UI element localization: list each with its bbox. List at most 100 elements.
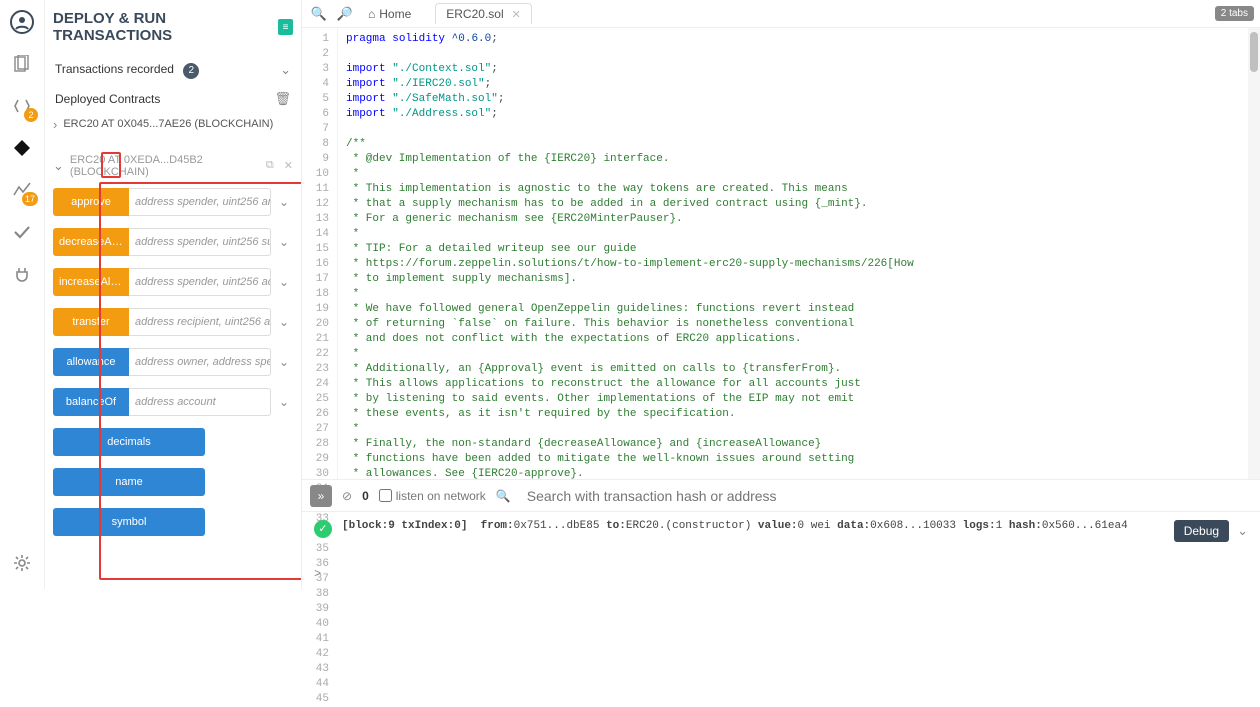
tx-logs-lbl: logs: <box>963 520 996 532</box>
tx-val-lbl: value: <box>758 520 798 532</box>
prompt-symbol: > <box>314 567 321 581</box>
deploy-run-icon[interactable] <box>8 134 36 162</box>
tx-count-badge: 2 <box>183 63 199 79</box>
function-row-balanceOf: balanceOfaddress account⌄ <box>53 388 293 416</box>
tab-label: ERC20.sol <box>446 7 503 21</box>
function-button-allowance[interactable]: allowance <box>53 348 129 376</box>
editor-toolbar: 🔍 🔎 ⌂ Home ERC20.sol ✕ 2 tabs <box>302 0 1260 28</box>
chevron-down-icon[interactable]: ⌄ <box>275 348 293 376</box>
terminal-toolbar: » ⊘ 0 listen on network 🔍 <box>302 480 1260 512</box>
function-button-decreaseAllow[interactable]: decreaseAllow... <box>53 228 129 256</box>
listen-checkbox-input[interactable] <box>379 489 392 502</box>
tx-data: 0x608...10033 <box>870 520 956 532</box>
function-input-decreaseAllow[interactable]: address spender, uint256 subtrac <box>129 228 271 256</box>
panel-title: DEPLOY & RUN TRANSACTIONS ≡ <box>53 10 293 44</box>
terminal: » ⊘ 0 listen on network 🔍 ✓ [block:9 txI… <box>302 479 1260 589</box>
tx-to-lbl: to: <box>606 520 626 532</box>
tx-data-lbl: data: <box>837 520 870 532</box>
pending-tx-count: 0 <box>362 489 369 503</box>
left-iconbar: 2 17 <box>0 0 45 589</box>
code-area[interactable]: pragma solidity ^0.6.0; import "./Contex… <box>338 28 1248 479</box>
main-area: 🔍 🔎 ⌂ Home ERC20.sol ✕ 2 tabs 1234567891… <box>302 0 1260 589</box>
function-button-balanceOf[interactable]: balanceOf <box>53 388 129 416</box>
success-check-icon: ✓ <box>314 520 332 538</box>
function-row-transfer: transferaddress recipient, uint256 amoun… <box>53 308 293 336</box>
function-row-name: name <box>53 468 293 496</box>
line-gutter: 1234567891011121314151617181920212223242… <box>302 28 338 479</box>
zoom-out-icon[interactable]: 🔍 <box>308 3 330 25</box>
function-row-increaseAllowa: increaseAllowa...address spender, uint25… <box>53 268 293 296</box>
debug-button[interactable]: Debug <box>1174 520 1229 542</box>
function-button-transfer[interactable]: transfer <box>53 308 129 336</box>
function-button-name[interactable]: name <box>53 468 205 496</box>
function-button-symbol[interactable]: symbol <box>53 508 205 536</box>
clear-terminal-icon[interactable]: ⊘ <box>342 489 352 503</box>
terminal-tx-line[interactable]: [block:9 txIndex:0] from:0x751...dbE85 t… <box>342 520 1164 532</box>
function-input-allowance[interactable]: address owner, address spender <box>129 348 271 376</box>
analysis-badge: 17 <box>22 192 38 206</box>
chevron-down-icon[interactable]: ⌄ <box>275 388 293 416</box>
listen-network-checkbox[interactable]: listen on network <box>379 489 486 503</box>
home-tab[interactable]: ⌂ Home <box>360 4 419 24</box>
listen-label: listen on network <box>396 489 486 503</box>
tab-count-badge[interactable]: 2 tabs <box>1215 6 1254 21</box>
tx-recorded-label: Transactions recorded <box>55 62 174 76</box>
home-label: Home <box>379 7 411 21</box>
tx-hash: 0x560...61ea4 <box>1042 520 1128 532</box>
function-button-decimals[interactable]: decimals <box>53 428 205 456</box>
contract-instance-2[interactable]: ⌄ ERC20 AT 0XEDA...D45B2 (BLOCKCHAIN) ⧉ … <box>53 150 293 182</box>
chevron-down-icon[interactable]: ⌄ <box>275 268 293 296</box>
function-input-transfer[interactable]: address recipient, uint256 amoun <box>129 308 271 336</box>
function-input-balanceOf[interactable]: address account <box>129 388 271 416</box>
collapse-terminal-icon[interactable]: » <box>310 485 332 507</box>
instance2-text: ERC20 AT 0XEDA...D45B2 (BLOCKCHAIN) <box>70 154 260 178</box>
tab-erc20[interactable]: ERC20.sol ✕ <box>435 3 532 24</box>
tx-from-lbl: from: <box>481 520 514 532</box>
deployed-label: Deployed Contracts <box>55 92 160 106</box>
terminal-search-input[interactable] <box>521 484 1252 508</box>
terminal-body: ✓ [block:9 txIndex:0] from:0x751...dbE85… <box>302 512 1260 563</box>
analysis-icon[interactable]: 17 <box>8 176 36 204</box>
remix-logo-icon[interactable] <box>8 8 36 36</box>
compiler-icon[interactable]: 2 <box>8 92 36 120</box>
chevron-down-icon[interactable]: ⌄ <box>275 228 293 256</box>
search-icon[interactable]: 🔍 <box>496 489 511 503</box>
instance1-text: ERC20 AT 0X045...7AE26 (BLOCKCHAIN) <box>63 118 273 130</box>
chevron-down-icon[interactable]: ⌄ <box>1237 524 1248 539</box>
vertical-scrollbar[interactable] <box>1248 28 1260 479</box>
contract-instance-1[interactable]: › ERC20 AT 0X045...7AE26 (BLOCKCHAIN) <box>53 113 293 136</box>
function-button-increaseAllowa[interactable]: increaseAllowa... <box>53 268 129 296</box>
close-tab-icon[interactable]: ✕ <box>512 8 521 21</box>
deploy-panel: DEPLOY & RUN TRANSACTIONS ≡ Transactions… <box>45 0 302 589</box>
tx-hash-lbl: hash: <box>1009 520 1042 532</box>
testing-icon[interactable] <box>8 218 36 246</box>
plugin-icon[interactable] <box>8 260 36 288</box>
tx-to: ERC20.(constructor) <box>626 520 751 532</box>
file-explorer-icon[interactable] <box>8 50 36 78</box>
tx-logs: 1 <box>996 520 1003 532</box>
chevron-right-icon: › <box>53 117 57 132</box>
chevron-down-icon[interactable]: ⌄ <box>275 188 293 216</box>
function-row-approve: approveaddress spender, uint256 amount⌄ <box>53 188 293 216</box>
function-list: approveaddress spender, uint256 amount⌄d… <box>53 188 293 536</box>
chevron-down-icon: ⌄ <box>280 62 291 78</box>
terminal-prompt[interactable]: > <box>302 563 1260 589</box>
chevron-down-icon[interactable]: ⌄ <box>275 308 293 336</box>
function-input-increaseAllowa[interactable]: address spender, uint256 addedV <box>129 268 271 296</box>
function-input-approve[interactable]: address spender, uint256 amount <box>129 188 271 216</box>
function-row-allowance: allowanceaddress owner, address spender⌄ <box>53 348 293 376</box>
trash-icon[interactable]: 🗑 <box>274 91 291 107</box>
compiler-badge: 2 <box>24 108 38 122</box>
copy-icon[interactable]: ⧉ <box>266 159 274 172</box>
transactions-recorded-row[interactable]: Transactions recorded 2 ⌄ <box>53 56 293 85</box>
close-icon[interactable]: ✕ <box>284 159 293 172</box>
settings-icon[interactable] <box>8 549 36 577</box>
scroll-thumb[interactable] <box>1250 32 1258 72</box>
function-row-decimals: decimals <box>53 428 293 456</box>
function-button-approve[interactable]: approve <box>53 188 129 216</box>
home-icon: ⌂ <box>368 7 375 21</box>
panel-green-badge-icon: ≡ <box>278 19 293 35</box>
editor: 1234567891011121314151617181920212223242… <box>302 28 1260 479</box>
zoom-in-icon[interactable]: 🔎 <box>334 3 356 25</box>
tx-val: 0 wei <box>798 520 831 532</box>
